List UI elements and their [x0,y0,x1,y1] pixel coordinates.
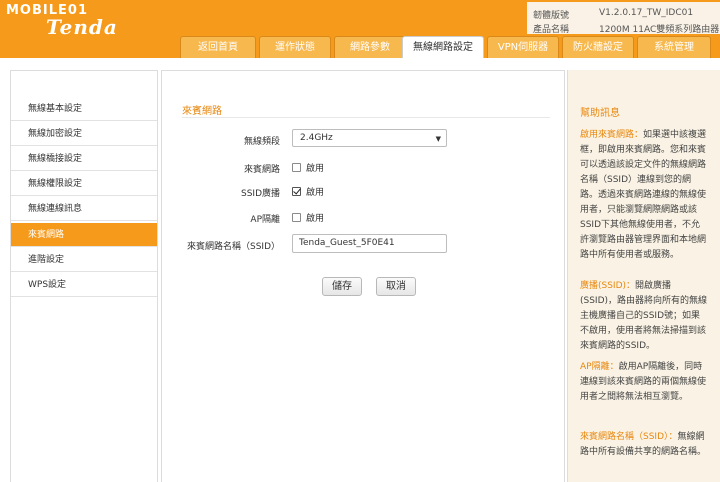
ssid-broadcast-option: 啟用 [306,188,325,198]
help-term: AP隔離： [580,362,619,372]
ssid-name-label: 來賓網路名稱（SSID） [186,242,280,252]
band-select-value: 2.4GHz [300,133,333,143]
band-label: 無線頻段 [243,137,280,147]
ssid-name-input[interactable]: Tenda_Guest_5F0E41 [292,234,447,253]
sidebar-item-access-control[interactable]: 無線權限設定 [11,172,157,196]
sidebar-item-connection-info[interactable]: 無線連線訊息 [11,197,157,221]
sidebar-item-wireless-bridge[interactable]: 無線橋接設定 [11,147,157,171]
product-value: 1200M 11AC雙頻系列路由器 [599,25,720,35]
firmware-value: V1.2.0.17_TW_IDC01 [599,8,694,18]
version-info: 韌體版號 V1.2.0.17_TW_IDC01 產品名稱 1200M 11AC雙… [527,2,720,35]
logo-brand: Tenda [46,15,118,39]
help-text: 開啟廣播(SSID)，路由器將向所有的無線主機廣播自己的SSID號；如果不啟用，… [580,281,708,351]
tenda-logo: MOBILE01 Tenda [6,1,136,39]
sidebar-item-advanced[interactable]: 進階設定 [11,248,157,272]
main-panel: 來賓網路 無線頻段 2.4GHz ▼ 來賓網路 啟用 SSID廣播 啟用 AP隔… [161,70,565,482]
band-select[interactable]: 2.4GHz ▼ [292,129,447,147]
firmware-label: 韌體版號 [533,11,570,21]
section-title: 來賓網路 [182,106,222,117]
tab-wireless[interactable]: 無線網路設定 [402,36,484,58]
help-text: 如果選中該複選框，即啟用來賓網路。您和來賓可以透過該設定文件的無線網路名稱（SS… [580,130,707,260]
tab-status[interactable]: 運作狀態 [259,36,331,58]
tab-home[interactable]: 返回首頁 [180,36,256,58]
ssid-broadcast-label: SSID廣播 [240,189,280,199]
ssid-broadcast-checkbox[interactable] [292,187,301,196]
ap-isolation-label: AP隔離 [250,215,280,225]
guest-network-checkbox[interactable] [292,163,301,172]
save-button[interactable]: 儲存 [322,277,362,296]
ap-isolation-checkbox[interactable] [292,213,301,222]
tab-system[interactable]: 系統管理 [637,36,711,58]
cancel-button[interactable]: 取消 [376,277,416,296]
sidebar-item-wireless-security[interactable]: 無線加密設定 [11,122,157,146]
sidebar-item-wireless-basic[interactable]: 無線基本設定 [11,97,157,121]
help-guest-network: 啟用來賓網路：如果選中該複選框，即啟用來賓網路。您和來賓可以透過該設定文件的無線… [580,128,708,263]
help-term: 來賓網路名稱（SSID）： [580,432,678,442]
help-panel: 幫助訊息 啟用來賓網路：如果選中該複選框，即啟用來賓網路。您和來賓可以透過該設定… [567,70,720,482]
sidebar-item-wps[interactable]: WPS設定 [11,273,157,297]
ap-isolation-option: 啟用 [306,214,325,224]
tab-vpn[interactable]: VPN伺服器 [487,36,559,58]
guest-network-option: 啟用 [306,164,325,174]
help-ssid-name: 來賓網路名稱（SSID）：無線網路中所有設備共享的網路名稱。 [580,430,708,460]
help-ap-isolation: AP隔離：啟用AP隔離後，同時連線到該來賓網路的兩個無線使用者之間將無法相互瀏覽… [580,360,708,405]
sidebar-item-guest-network[interactable]: 來賓網路 [11,223,157,247]
tab-network[interactable]: 網路參數 [334,36,406,58]
help-term: 廣播(SSID)： [580,281,636,291]
header-bar: MOBILE01 Tenda 韌體版號 V1.2.0.17_TW_IDC01 產… [0,0,720,58]
sidebar: 無線基本設定 無線加密設定 無線橋接設定 無線權限設定 無線連線訊息 來賓網路 … [10,70,158,482]
help-term: 啟用來賓網路： [580,130,644,140]
help-title: 幫助訊息 [580,108,620,119]
caret-down-icon: ▼ [435,135,441,143]
section-divider [182,117,550,118]
tab-firewall[interactable]: 防火牆設定 [562,36,634,58]
help-ssid-broadcast: 廣播(SSID)：開啟廣播(SSID)，路由器將向所有的無線主機廣播自己的SSI… [580,279,708,354]
guest-network-label: 來賓網路 [243,165,280,175]
product-label: 產品名稱 [533,25,570,35]
